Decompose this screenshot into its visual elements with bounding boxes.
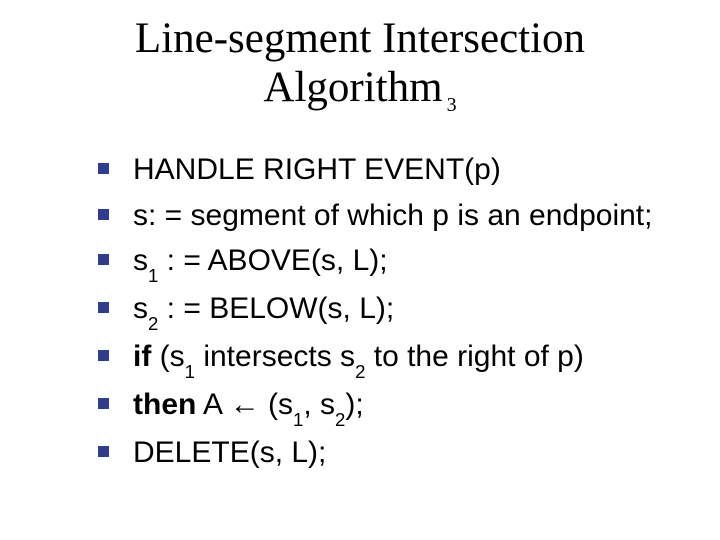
bullet-icon	[98, 254, 109, 265]
list-item: s1 : = ABOVE(s, L);	[98, 239, 688, 285]
bullet-icon	[98, 398, 109, 409]
list-item-text: DELETE(s, L);	[133, 431, 326, 475]
title-line-2: Algorithm	[263, 64, 442, 111]
list-item-text: s: = segment of which p is an endpoint;	[133, 194, 652, 238]
bullet-icon	[98, 446, 109, 457]
bullet-icon	[98, 209, 109, 220]
slide-body: HANDLE RIGHT EVENT(p) s: = segment of wh…	[98, 148, 688, 476]
list-item-text: HANDLE RIGHT EVENT(p)	[133, 148, 501, 192]
list-item-text: s2 : = BELOW(s, L);	[133, 287, 394, 333]
list-item: then A ← (s1, s2);	[98, 383, 688, 429]
list-item: s2 : = BELOW(s, L);	[98, 287, 688, 333]
list-item: s: = segment of which p is an endpoint;	[98, 194, 688, 238]
bullet-icon	[98, 350, 109, 361]
bullet-icon	[98, 163, 109, 174]
list-item-text: if (s1 intersects s2 to the right of p)	[133, 335, 584, 381]
list-item-text: then A ← (s1, s2);	[133, 383, 364, 429]
slide-title: Line-segment Intersection Algorithm3	[0, 14, 720, 113]
list-item: HANDLE RIGHT EVENT(p)	[98, 148, 688, 192]
slide: Line-segment Intersection Algorithm3 HAN…	[0, 0, 720, 540]
bullet-icon	[98, 302, 109, 313]
title-line-1: Line-segment Intersection	[135, 15, 585, 62]
title-subscript: 3	[447, 94, 457, 116]
list-item: DELETE(s, L);	[98, 431, 688, 475]
list-item-text: s1 : = ABOVE(s, L);	[133, 239, 388, 285]
list-item: if (s1 intersects s2 to the right of p)	[98, 335, 688, 381]
